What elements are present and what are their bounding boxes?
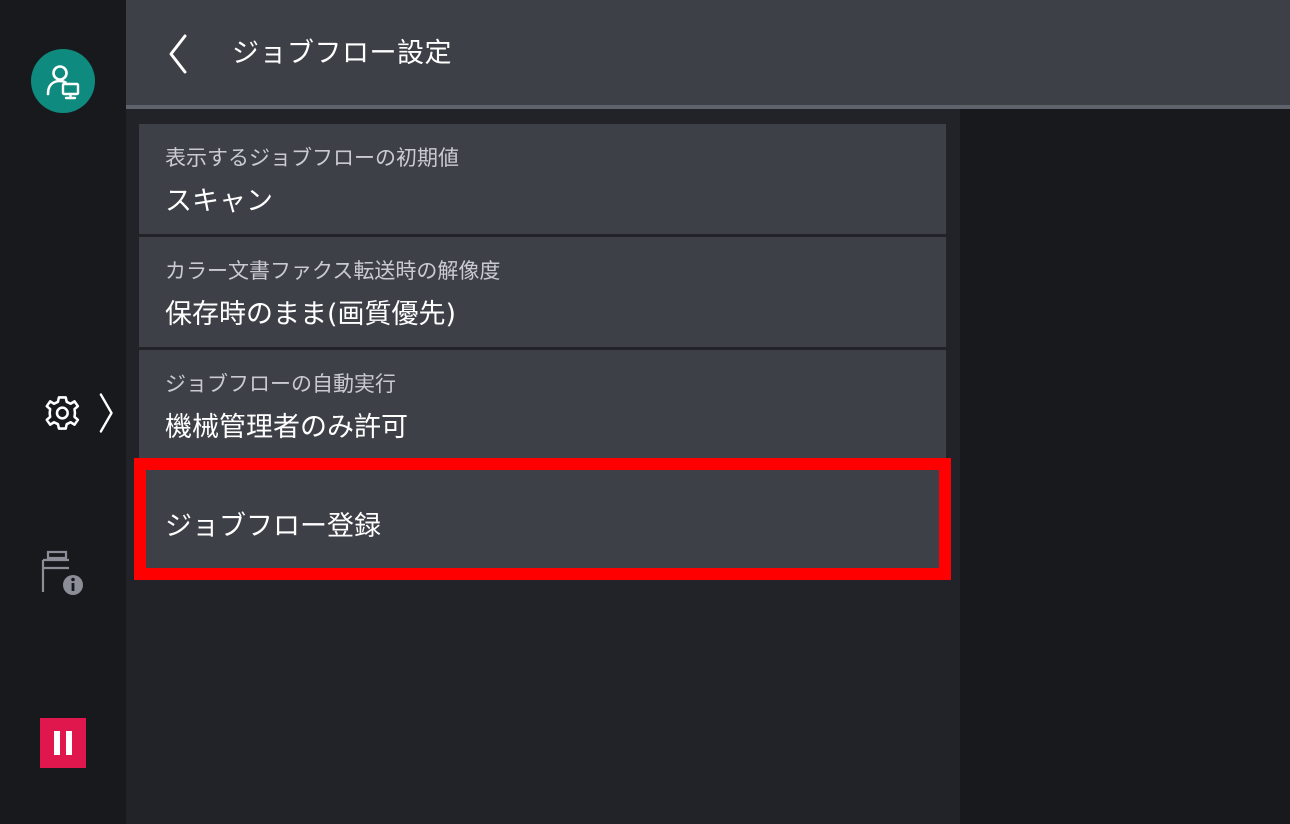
list-item-label: ジョブフローの自動実行 (165, 372, 396, 396)
stop-button[interactable] (40, 718, 86, 768)
list-item-label: カラー文書ファクス転送時の解像度 (165, 259, 501, 283)
settings-button[interactable] (38, 385, 118, 441)
chevron-left-icon (169, 34, 187, 74)
list-item-label: 表示するジョブフローの初期値 (165, 146, 459, 170)
list-item-auto-execute[interactable]: ジョブフローの自動実行 機械管理者のみ許可 (139, 350, 946, 460)
list-item-label: ジョブフロー登録 (165, 511, 381, 542)
list-item-value: 機械管理者のみ許可 (165, 412, 408, 443)
list-item-color-fax-resolution[interactable]: カラー文書ファクス転送時の解像度 保存時のまま(画質優先) (139, 237, 946, 347)
list-item-value: 保存時のまま(画質優先) (165, 299, 457, 330)
user-account-button[interactable] (31, 49, 95, 113)
left-sidebar (0, 0, 126, 824)
machine-info-button[interactable] (36, 548, 90, 600)
right-empty-area (960, 109, 1290, 824)
gear-icon (45, 396, 80, 430)
page-title: ジョブフロー設定 (232, 38, 452, 69)
pause-icon (51, 731, 75, 755)
list-item-default-jobflow[interactable]: 表示するジョブフローの初期値 スキャン (139, 124, 946, 234)
list-item-jobflow-register[interactable]: ジョブフロー登録 (139, 468, 946, 574)
chevron-right-icon (99, 393, 113, 433)
back-button[interactable] (150, 28, 206, 80)
printer-info-icon (41, 550, 83, 595)
pause-bar-right (66, 731, 72, 755)
settings-list: 表示するジョブフローの初期値 スキャン カラー文書ファクス転送時の解像度 保存時… (139, 124, 946, 577)
user-monitor-icon (46, 65, 80, 100)
pause-bar-left (54, 731, 60, 755)
app-root: ジョブフロー設定 表示するジョブフローの初期値 スキャン カラー文書ファクス転送… (0, 0, 1290, 824)
list-item-value: スキャン (165, 186, 273, 217)
